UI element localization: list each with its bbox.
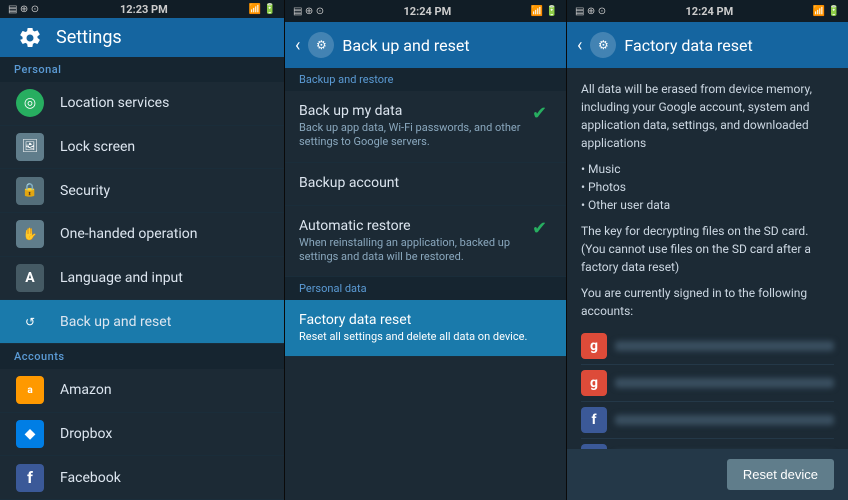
account-email-google-1	[615, 341, 834, 351]
section-accounts: Accounts	[0, 344, 284, 369]
reset-button-bar: Reset device	[567, 449, 848, 500]
reset-device-button[interactable]: Reset device	[727, 459, 834, 490]
backup-account-title: Backup account	[299, 175, 552, 191]
setting-auto-restore[interactable]: Automatic restore When reinstalling an a…	[285, 206, 566, 278]
time-1: 12:23 PM	[120, 3, 168, 16]
factory-signed-in-note: You are currently signed in to the follo…	[581, 284, 834, 320]
subsection-personal-data: Personal data	[285, 277, 566, 300]
account-row-facebook-2: f	[581, 439, 834, 449]
factory-panel-icon: ⚙	[590, 32, 616, 58]
one-hand-icon: ✋	[14, 218, 46, 250]
factory-reset-title: Factory data reset	[299, 312, 552, 328]
facebook-icon: f	[14, 462, 46, 494]
status-icons-right: 📶 🔋	[249, 4, 276, 15]
time-3: 12:24 PM	[685, 5, 733, 18]
app-header-1: Settings	[0, 18, 284, 57]
sub-header-title-3: Factory data reset	[624, 36, 752, 55]
account-email-facebook-1	[615, 415, 834, 425]
language-icon: A	[14, 262, 46, 294]
facebook-account-icon-1: f	[581, 407, 607, 433]
setting-backup-data[interactable]: Back up my data Back up app data, Wi-Fi …	[285, 91, 566, 163]
location-icon: ◎	[14, 87, 46, 119]
backup-data-check: ✔	[532, 103, 552, 123]
settings-panel: ▤ ⊕ ⊙ 12:23 PM 📶 🔋 Settings Personal ◎ L…	[0, 0, 285, 500]
account-row-google-1: g	[581, 328, 834, 365]
factory-reset-panel: ▤ ⊕ ⊙ 12:24 PM 📶 🔋 ‹ ⚙ Factory data rese…	[567, 0, 848, 500]
dropbox-icon: ◆	[14, 418, 46, 450]
amazon-icon: a	[14, 374, 46, 406]
backup-reset-panel: ▤ ⊕ ⊙ 12:24 PM 📶 🔋 ‹ ⚙ Back up and reset…	[285, 0, 567, 500]
back-button-3[interactable]: ‹	[577, 35, 582, 56]
backup-icon: ↺	[14, 306, 46, 338]
menu-label-location: Location services	[60, 95, 169, 111]
factory-sd-note: The key for decrypting files on the SD c…	[581, 222, 834, 276]
setting-factory-reset[interactable]: Factory data reset Reset all settings an…	[285, 300, 566, 357]
menu-item-backup[interactable]: ↺ Back up and reset	[0, 300, 284, 344]
backup-data-desc: Back up app data, Wi-Fi passwords, and o…	[299, 121, 524, 150]
auto-restore-title: Automatic restore	[299, 218, 524, 234]
subsection-backup-restore: Backup and restore	[285, 68, 566, 91]
setting-backup-account-text: Backup account	[299, 175, 552, 193]
setting-auto-restore-text: Automatic restore When reinstalling an a…	[299, 218, 524, 265]
menu-item-facebook[interactable]: f Facebook	[0, 456, 284, 500]
menu-item-one-hand[interactable]: ✋ One-handed operation	[0, 213, 284, 257]
menu-item-amazon[interactable]: a Amazon	[0, 369, 284, 413]
menu-label-language: Language and input	[60, 270, 183, 286]
status-icons-right-3: 📶 🔋	[813, 6, 840, 17]
menu-label-security: Security	[60, 183, 110, 199]
status-icons-right-2: 📶 🔋	[531, 6, 558, 17]
account-row-google-2: g	[581, 365, 834, 402]
account-email-google-2	[615, 378, 834, 388]
factory-reset-desc: Reset all settings and delete all data o…	[299, 330, 552, 344]
sub-header-2: ‹ ⚙ Back up and reset	[285, 22, 566, 68]
status-icons-left: ▤ ⊕ ⊙	[8, 4, 39, 15]
menu-item-dropbox[interactable]: ◆ Dropbox	[0, 413, 284, 457]
status-bar-2: ▤ ⊕ ⊙ 12:24 PM 📶 🔋	[285, 0, 566, 22]
security-icon: 🔒	[14, 175, 46, 207]
app-title-1: Settings	[56, 27, 122, 48]
sub-header-title-2: Back up and reset	[342, 36, 469, 55]
time-2: 12:24 PM	[403, 5, 451, 18]
setting-backup-account[interactable]: Backup account	[285, 163, 566, 206]
status-bar-3: ▤ ⊕ ⊙ 12:24 PM 📶 🔋	[567, 0, 848, 22]
menu-item-lock[interactable]: 🖼 Lock screen	[0, 126, 284, 170]
menu-label-one-hand: One-handed operation	[60, 226, 197, 242]
auto-restore-desc: When reinstalling an application, backed…	[299, 236, 524, 265]
menu-label-backup: Back up and reset	[60, 314, 171, 330]
backup-panel-icon: ⚙	[308, 32, 334, 58]
factory-description: All data will be erased from device memo…	[581, 80, 834, 152]
sub-header-3: ‹ ⚙ Factory data reset	[567, 22, 848, 68]
auto-restore-check: ✔	[532, 218, 552, 238]
menu-label-facebook: Facebook	[60, 470, 121, 486]
setting-backup-data-text: Back up my data Back up app data, Wi-Fi …	[299, 103, 524, 150]
setting-factory-reset-text: Factory data reset Reset all settings an…	[299, 312, 552, 344]
backup-data-title: Back up my data	[299, 103, 524, 119]
status-icons-left-3: ▤ ⊕ ⊙	[575, 6, 606, 17]
menu-item-security[interactable]: 🔒 Security	[0, 169, 284, 213]
account-row-facebook-1: f	[581, 402, 834, 439]
section-personal: Personal	[0, 57, 284, 82]
status-bar-1: ▤ ⊕ ⊙ 12:23 PM 📶 🔋	[0, 0, 284, 18]
lock-screen-icon: 🖼	[14, 131, 46, 163]
menu-label-lock: Lock screen	[60, 139, 135, 155]
menu-label-amazon: Amazon	[60, 382, 112, 398]
google-icon-2: g	[581, 370, 607, 396]
menu-item-language[interactable]: A Language and input	[0, 257, 284, 301]
factory-content: All data will be erased from device memo…	[567, 68, 848, 449]
factory-bullets: • Music• Photos• Other user data	[581, 160, 834, 214]
menu-item-location[interactable]: ◎ Location services	[0, 82, 284, 126]
status-icons-left-2: ▤ ⊕ ⊙	[293, 6, 324, 17]
menu-label-dropbox: Dropbox	[60, 426, 112, 442]
back-button-2[interactable]: ‹	[295, 35, 300, 56]
settings-header-icon	[14, 22, 46, 54]
google-icon-1: g	[581, 333, 607, 359]
